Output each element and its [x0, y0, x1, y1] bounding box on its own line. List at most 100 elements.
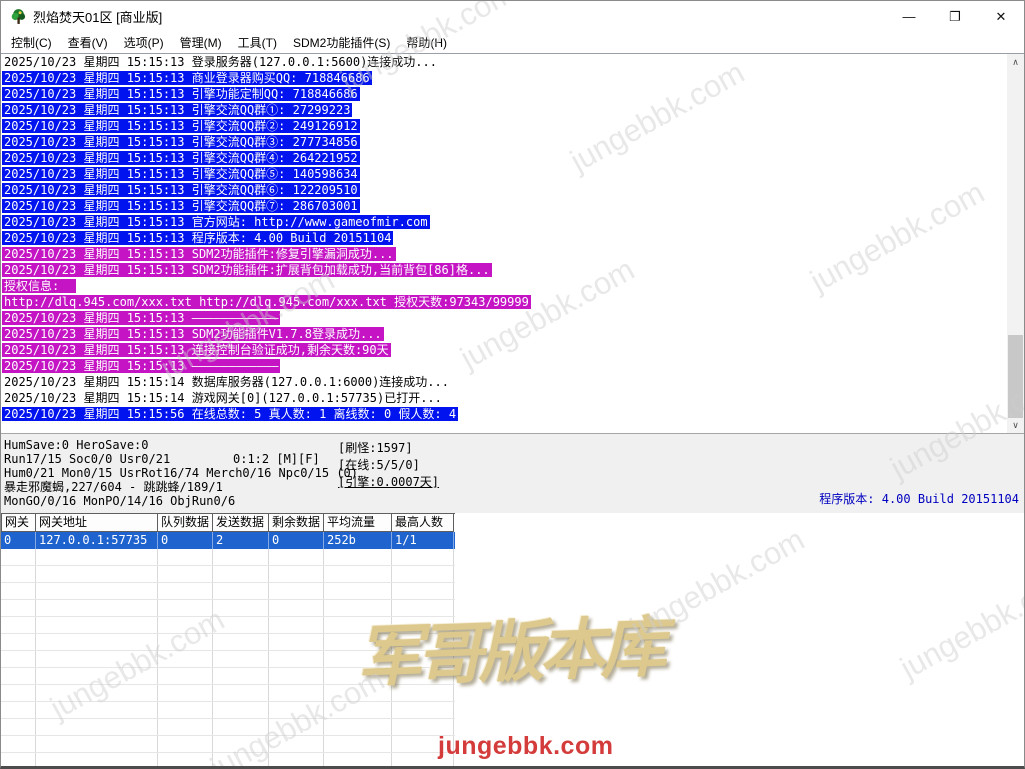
- table-header-cell[interactable]: 发送数据: [213, 514, 269, 532]
- table-empty-row: [1, 719, 455, 736]
- stats-counter: [在线:5/5/0]: [338, 458, 420, 472]
- log-line-text: 2025/10/23 星期四 15:15:14 游戏网关[0](127.0.0.…: [4, 391, 442, 405]
- log-line-text: 2025/10/23 星期四 15:15:13 ————————————: [2, 359, 281, 373]
- log-line: 2025/10/23 星期四 15:15:13 引擎交流QQ群⑥: 122209…: [1, 182, 1024, 198]
- log-line-text: 2025/10/23 星期四 15:15:13 SDM2功能插件:修复引擎漏洞成…: [2, 247, 396, 261]
- log-line: 2025/10/23 星期四 15:15:13 ————————————: [1, 358, 1024, 374]
- scroll-thumb[interactable]: [1008, 335, 1023, 418]
- table-empty-row: [1, 549, 455, 566]
- log-line-text: 2025/10/23 星期四 15:15:56 在线总数: 5 真人数: 1 离…: [2, 407, 459, 421]
- log-line-text: 2025/10/23 星期四 15:15:13 引擎交流QQ群②: 249126…: [2, 119, 360, 133]
- log-line: 2025/10/23 星期四 15:15:13 引擎交流QQ群⑤: 140598…: [1, 166, 1024, 182]
- log-line-text: 2025/10/23 星期四 15:15:13 程序版本: 4.00 Build…: [2, 231, 394, 245]
- log-line: 2025/10/23 星期四 15:15:13 SDM2功能插件V1.7.8登录…: [1, 326, 1024, 342]
- table-empty-row: [1, 583, 455, 600]
- log-line: 2025/10/23 星期四 15:15:13 引擎交流QQ群④: 264221…: [1, 150, 1024, 166]
- log-area[interactable]: 2025/10/23 星期四 15:15:13 登录服务器(127.0.0.1:…: [1, 53, 1024, 433]
- table-cell: 1/1: [392, 532, 454, 549]
- log-line: 2025/10/23 星期四 15:15:13 ————————————: [1, 310, 1024, 326]
- log-line-text: 2025/10/23 星期四 15:15:13 引擎交流QQ群①: 272992…: [2, 103, 353, 117]
- log-line-text: 2025/10/23 星期四 15:15:13 连接控制台验证成功,剩余天数:9…: [2, 343, 391, 357]
- table-cell: 0: [158, 532, 213, 549]
- log-line: 2025/10/23 星期四 15:15:13 登录服务器(127.0.0.1:…: [1, 54, 1024, 70]
- log-line-text: 2025/10/23 星期四 15:15:13 引擎交流QQ群⑤: 140598…: [2, 167, 360, 181]
- log-line: 2025/10/23 星期四 15:15:13 引擎功能定制QQ: 718846…: [1, 86, 1024, 102]
- log-line-text: 2025/10/23 星期四 15:15:13 引擎功能定制QQ: 718846…: [2, 87, 360, 101]
- stats-line: MonGO/0/16 MonPO/14/16 ObjRun0/6: [4, 494, 236, 508]
- log-line-text: 2025/10/23 星期四 15:15:13 SDM2功能插件V1.7.8登录…: [2, 327, 384, 341]
- table-header-row: 网关 网关地址 队列数据 发送数据 剩余数据 平均流量 最高人数: [1, 513, 455, 532]
- close-button[interactable]: ✕: [978, 1, 1024, 32]
- menu-item-options[interactable]: 选项(P): [116, 31, 172, 54]
- table-empty-row: [1, 566, 455, 583]
- table-row[interactable]: 0 127.0.0.1:57735 0 2 0 252b 1/1: [1, 532, 455, 549]
- table-header-cell[interactable]: 剩余数据: [269, 514, 324, 532]
- stats-counter: [刷怪:1597]: [338, 441, 413, 455]
- maximize-button[interactable]: ❐: [932, 1, 978, 32]
- table-header-cell[interactable]: 最高人数: [392, 514, 454, 532]
- log-line: 2025/10/23 星期四 15:15:13 引擎交流QQ群②: 249126…: [1, 118, 1024, 134]
- log-line: 2025/10/23 星期四 15:15:13 SDM2功能插件:修复引擎漏洞成…: [1, 246, 1024, 262]
- table-header-cell[interactable]: 平均流量: [324, 514, 392, 532]
- title-bar: 烈焰焚天01区 [商业版] — ❐ ✕: [1, 1, 1024, 32]
- log-line: 2025/10/23 星期四 15:15:13 引擎交流QQ群⑦: 286703…: [1, 198, 1024, 214]
- log-line: 2025/10/23 星期四 15:15:13 程序版本: 4.00 Build…: [1, 230, 1024, 246]
- table-empty-row: [1, 736, 455, 753]
- watermark-site-label: jungebbk.com: [438, 732, 614, 760]
- log-line-text: 2025/10/23 星期四 15:15:13 ————————————: [2, 311, 281, 325]
- table-cell: 0: [269, 532, 324, 549]
- stats-panel: HumSave:0 HeroSave:0 Run17/15 Soc0/0 Usr0…: [1, 433, 1024, 513]
- menu-item-view[interactable]: 查看(V): [60, 31, 116, 54]
- log-line: 2025/10/23 星期四 15:15:13 商业登录器购买QQ: 71884…: [1, 70, 1024, 86]
- scroll-down-icon[interactable]: ∨: [1007, 417, 1024, 434]
- table-cell: 127.0.0.1:57735: [36, 532, 158, 549]
- log-line-text: 2025/10/23 星期四 15:15:13 商业登录器购买QQ: 71884…: [2, 71, 372, 85]
- log-line-text: http://dlq.945.com/xxx.txt http://dlq.94…: [2, 295, 531, 309]
- log-line-text: 2025/10/23 星期四 15:15:13 官方网站: http://www…: [2, 215, 430, 229]
- log-line: http://dlq.945.com/xxx.txt http://dlq.94…: [1, 294, 1024, 310]
- table-empty-row: [1, 702, 455, 719]
- menu-item-tools[interactable]: 工具(T): [230, 31, 285, 54]
- stats-line: 暴走邪魔蝎,227/604 - 跳跳蜂/189/1: [4, 480, 223, 494]
- log-line: 2025/10/23 星期四 15:15:13 引擎交流QQ群③: 277734…: [1, 134, 1024, 150]
- menu-item-control[interactable]: 控制(C): [3, 31, 60, 54]
- log-line-text: 2025/10/23 星期四 15:15:13 登录服务器(127.0.0.1:…: [4, 55, 437, 69]
- watermark-logo: 军哥版本库: [354, 607, 663, 697]
- stats-line: Hum0/21 Mon0/15 UsrRot16/74 Merch0/16 Np…: [4, 466, 359, 480]
- table-cell: 0: [1, 532, 36, 549]
- log-line-text: 2025/10/23 星期四 15:15:13 SDM2功能插件:扩展背包加载成…: [2, 263, 492, 277]
- menu-bar: 控制(C) 查看(V) 选项(P) 管理(M) 工具(T) SDM2功能插件(S) 帮助(H…: [1, 32, 1024, 53]
- log-line-text: 2025/10/23 星期四 15:15:13 引擎交流QQ群⑥: 122209…: [2, 183, 360, 197]
- scroll-up-icon[interactable]: ∧: [1007, 54, 1024, 71]
- stats-counter[interactable]: [引擎:0.0007天]: [338, 474, 439, 491]
- stats-line: HumSave:0 HeroSave:0: [4, 438, 149, 452]
- log-line: 2025/10/23 星期四 15:15:14 游戏网关[0](127.0.0.…: [1, 390, 1024, 406]
- table-empty-row: [1, 753, 455, 766]
- menu-item-manage[interactable]: 管理(M): [172, 31, 230, 54]
- table-header-cell[interactable]: 网关: [1, 514, 36, 532]
- log-line: 2025/10/23 星期四 15:15:14 数据库服务器(127.0.0.1…: [1, 374, 1024, 390]
- menu-item-sdm2-plugin[interactable]: SDM2功能插件(S): [285, 31, 398, 54]
- log-line-text: 2025/10/23 星期四 15:15:13 引擎交流QQ群③: 277734…: [2, 135, 360, 149]
- log-line: 2025/10/23 星期四 15:15:13 SDM2功能插件:扩展背包加载成…: [1, 262, 1024, 278]
- log-line: 授权信息:: [1, 278, 1024, 294]
- log-line-text: 2025/10/23 星期四 15:15:14 数据库服务器(127.0.0.1…: [4, 375, 449, 389]
- stats-line: Run17/15 Soc0/0 Usr0/21 0:1:2 [M][F]: [4, 452, 320, 466]
- window-title: 烈焰焚天01区 [商业版]: [33, 10, 163, 25]
- stats-left-block: HumSave:0 HeroSave:0 Run17/15 Soc0/0 Usr0…: [4, 438, 358, 508]
- stats-counters: [刷怪:1597] [在线:5/5/0] [引擎:0.0007天]: [338, 440, 439, 491]
- table-cell: 252b: [324, 532, 392, 549]
- app-window: 烈焰焚天01区 [商业版] — ❐ ✕ 控制(C) 查看(V) 选项(P) 管理(M)…: [0, 0, 1025, 769]
- log-line: 2025/10/23 星期四 15:15:13 连接控制台验证成功,剩余天数:9…: [1, 342, 1024, 358]
- log-line-text: 2025/10/23 星期四 15:15:13 引擎交流QQ群⑦: 286703…: [2, 199, 360, 213]
- table-cell: 2: [213, 532, 269, 549]
- version-label: 程序版本: 4.00 Build 20151104: [819, 492, 1019, 506]
- table-header-cell[interactable]: 网关地址: [36, 514, 158, 532]
- log-scrollbar[interactable]: ∧ ∨: [1007, 53, 1024, 434]
- log-line-text: 2025/10/23 星期四 15:15:13 引擎交流QQ群④: 264221…: [2, 151, 360, 165]
- minimize-button[interactable]: —: [886, 1, 932, 32]
- menu-item-help[interactable]: 帮助(H): [398, 31, 455, 54]
- table-header-cell[interactable]: 队列数据: [158, 514, 213, 532]
- log-line: 2025/10/23 星期四 15:15:56 在线总数: 5 真人数: 1 离…: [1, 406, 1024, 422]
- log-line: 2025/10/23 星期四 15:15:13 引擎交流QQ群①: 272992…: [1, 102, 1024, 118]
